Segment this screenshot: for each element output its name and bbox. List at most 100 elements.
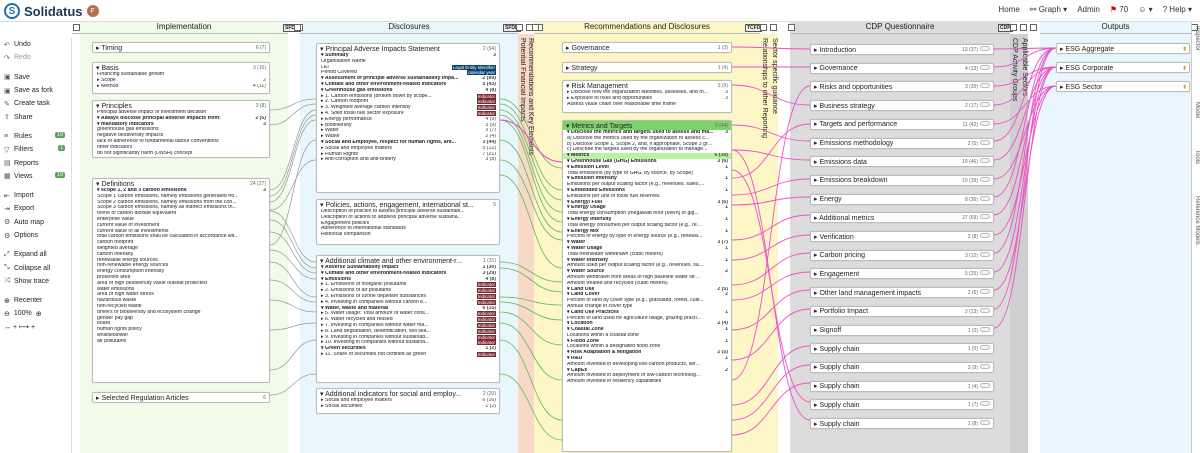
node-timing[interactable]: ▸ Timing 6 (7)	[92, 42, 270, 53]
node-supply-chain[interactable]: ▸ Supply chain 1 (7)	[810, 399, 994, 411]
toggle-icon[interactable]	[980, 345, 990, 351]
node-portfolio-impact[interactable]: ▸ Portfolio Impact 2 (13)	[810, 305, 994, 317]
node-header[interactable]: ▸ Portfolio Impact 2 (13)	[811, 307, 993, 316]
node-esg-sector[interactable]: ▸ ESG Sector ▮	[1056, 81, 1190, 92]
tab-tools[interactable]: Tools	[1194, 150, 1200, 164]
column-toggle-checkbox[interactable]	[532, 24, 539, 31]
node-supply-chain[interactable]: ▸ Supply chain 1 (4)	[810, 380, 994, 392]
node-header[interactable]: ▸ Emissions methodology 2 (5)	[811, 139, 993, 148]
node-signoff[interactable]: ▸ Signoff 1 (2)	[810, 324, 994, 336]
node-header[interactable]: ▸ Emissions data 19 (46)	[811, 157, 993, 166]
node-header[interactable]: ▸ Supply chain 1 (7)	[811, 400, 993, 409]
node-definitions[interactable]: ▾ Definitions 24 (27) ▾ scope 1, 2 and 3 c…	[92, 178, 270, 383]
node-additional-metrics[interactable]: ▸ Additional metrics 27 (69)	[810, 212, 994, 224]
node-header[interactable]: ▸ ESG Sector ▮	[1057, 82, 1189, 91]
column-toggle-checkbox[interactable]	[1020, 24, 1027, 31]
node-additional-climate-and-other-e[interactable]: ▾ Additional climate and other environme…	[316, 255, 500, 383]
node-header[interactable]: ▸ Signoff 1 (2)	[811, 326, 993, 335]
toggle-icon[interactable]	[980, 46, 990, 51]
node-policies-actions-engagement-in[interactable]: ▾ Policies, actions, engagement, interna…	[316, 199, 500, 245]
node-header[interactable]: ▸ Supply chain 1 (5)	[811, 344, 993, 353]
node-row[interactable]: Amount invested in resiliency capabiliti…	[563, 379, 731, 385]
sidebar-item-share[interactable]: ⇪ Share	[0, 110, 71, 123]
sidebar-item-export[interactable]: ⇥ Export	[0, 202, 71, 215]
node-header[interactable]: ▾ Policies, actions, engagement, interna…	[317, 200, 499, 209]
toggle-icon[interactable]	[980, 270, 990, 276]
node-row[interactable]: air pollutants	[93, 339, 269, 345]
toggle-icon[interactable]	[980, 307, 990, 313]
toggle-icon[interactable]	[980, 251, 990, 257]
toggle-icon[interactable]	[980, 139, 990, 145]
node-header[interactable]: ▾ Additional climate and other environme…	[317, 256, 499, 265]
node-supply-chain[interactable]: ▸ Supply chain 3 (9)	[810, 361, 994, 373]
sidebar-item-save-as-fork[interactable]: ▣ Save as fork	[0, 84, 71, 97]
toggle-icon[interactable]	[980, 102, 990, 108]
node-header[interactable]: ▾ Definitions 24 (27)	[93, 179, 269, 188]
sidebar-item-show-trace[interactable]: ⤨ Show trace	[0, 275, 71, 288]
nav-user[interactable]: ☺ ▾	[1138, 5, 1152, 14]
toggle-icon[interactable]	[980, 214, 990, 220]
node-risk-management[interactable]: ▾ Risk Management 3 (9) ▸ Disclose how the…	[562, 80, 732, 113]
node-header[interactable]: ▸ ESG Aggregate ▮	[1057, 44, 1189, 53]
toggle-icon[interactable]	[980, 176, 990, 182]
nav-graph[interactable]: ⚯ Graph ▾	[1030, 5, 1067, 14]
toggle-icon[interactable]	[980, 158, 990, 164]
column-toggle-checkbox[interactable]	[1010, 24, 1017, 31]
node-row[interactable]: Assess value chain over reasonable time …	[563, 102, 731, 108]
toggle-icon[interactable]	[980, 401, 990, 407]
nav-admin[interactable]: Admin	[1077, 5, 1100, 14]
node-emissions-data[interactable]: ▸ Emissions data 19 (46)	[810, 156, 994, 168]
toggle-icon[interactable]	[980, 64, 990, 70]
recenter-button[interactable]: ⊕ Recenter	[0, 294, 71, 307]
node-header[interactable]: ▸ Business strategy 2 (17)	[811, 101, 993, 110]
toggle-icon[interactable]	[980, 326, 990, 332]
sidebar-item-reports[interactable]: ▤ Reports	[0, 156, 71, 169]
node-energy[interactable]: ▸ Energy 8 (36)	[810, 193, 994, 205]
nav-help[interactable]: ? Help ▾	[1163, 5, 1192, 14]
node-header[interactable]: ▸ Verification 2 (8)	[811, 232, 993, 241]
node-supply-chain[interactable]: ▸ Supply chain 1 (8)	[810, 418, 994, 429]
node-row[interactable]: ▸ 11. Share of securities not certified …	[317, 351, 499, 358]
node-header[interactable]: ▸ ESG Corporate ▮	[1057, 63, 1189, 72]
node-header[interactable]: ▾ Additional indicators for social and e…	[317, 389, 499, 398]
node-header[interactable]: ▾ Metrics and Targets 2 (44)	[563, 121, 731, 130]
node-header[interactable]: ▸ Energy 8 (36)	[811, 195, 993, 204]
node-header[interactable]: ▸ Risks and opportunities 3 (20)	[811, 82, 993, 91]
node-esg-aggregate[interactable]: ▸ ESG Aggregate ▮	[1056, 43, 1190, 54]
node-header[interactable]: ▸ Targets and performance 11 (42)	[811, 120, 993, 129]
node-header[interactable]: ▸ Other land management impacts 2 (6)	[811, 288, 993, 297]
sidebar-item-save[interactable]: ▣ Save	[0, 71, 71, 84]
node-verification[interactable]: ▸ Verification 2 (8)	[810, 231, 994, 242]
node-other-land-management-impacts[interactable]: ▸ Other land management impacts 2 (6)	[810, 287, 994, 299]
column-toggle-checkbox[interactable]	[770, 24, 777, 31]
node-header[interactable]: ▸ Carbon pricing 3 (12)	[811, 251, 993, 260]
node-engagement[interactable]: ▸ Engagement 5 (25)	[810, 268, 994, 280]
node-emissions-methodology[interactable]: ▸ Emissions methodology 2 (5)	[810, 137, 994, 149]
zoom-slider[interactable]: ↔ + ⟼ +	[0, 320, 71, 333]
column-toggle-checkbox[interactable]	[73, 24, 80, 31]
tab-model[interactable]: Model	[1194, 102, 1200, 118]
sidebar-item-views[interactable]: ▦ Views 10	[0, 170, 71, 183]
node-header[interactable]: ▸ Supply chain 3 (9)	[811, 363, 993, 372]
zoom-in-icon[interactable]: ⊕	[36, 310, 42, 318]
node-row[interactable]: do not significantly harm (DNSH) concept	[93, 151, 269, 157]
sidebar-item-collapse-all[interactable]: ⤡ Collapse all	[0, 261, 71, 274]
toggle-icon[interactable]	[980, 420, 990, 425]
logo[interactable]: S Solidatus F	[4, 3, 99, 19]
sidebar-item-redo[interactable]: ↷ Redo	[0, 51, 71, 64]
node-header[interactable]: ▾ Risk Management 3 (9)	[563, 81, 731, 90]
node-business-strategy[interactable]: ▸ Business strategy 2 (17)	[810, 100, 994, 112]
node-header[interactable]: ▸ Governance 1 (3)	[563, 43, 731, 52]
sidebar-item-import[interactable]: ⇤ Import	[0, 189, 71, 202]
nav-home[interactable]: Home	[998, 5, 1019, 14]
node-additional-indicators-for-soci[interactable]: ▾ Additional indicators for social and e…	[316, 388, 500, 414]
nav-flags[interactable]: ⚑ 70	[1110, 5, 1128, 14]
toggle-icon[interactable]	[980, 120, 990, 126]
node-emissions-breakdown[interactable]: ▸ Emissions breakdown 10 (39)	[810, 174, 994, 186]
toggle-icon[interactable]	[980, 363, 990, 369]
node-header[interactable]: ▸ Engagement 5 (25)	[811, 269, 993, 278]
node-header[interactable]: ▾ Principal Adverse Impacts Statement 2 (…	[317, 44, 499, 53]
sidebar-item-create-task[interactable]: ✎ Create task	[0, 97, 71, 110]
node-targets-and-performance[interactable]: ▸ Targets and performance 11 (42)	[810, 118, 994, 130]
node-header[interactable]: ▾ Principles 3 (8)	[93, 101, 269, 110]
